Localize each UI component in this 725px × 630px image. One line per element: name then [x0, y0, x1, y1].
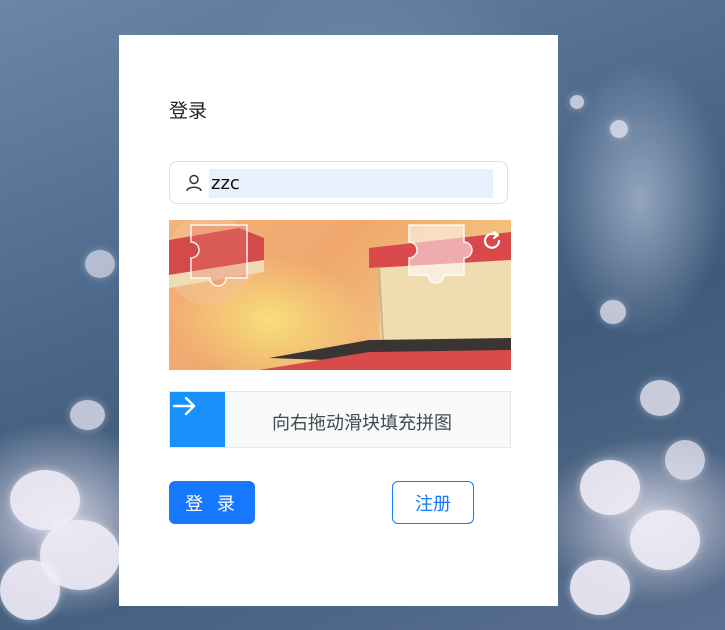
- slider-handle[interactable]: [170, 392, 225, 447]
- captcha-slider: 向右拖动滑块填充拼图: [169, 391, 511, 448]
- username-field-wrapper: [169, 161, 508, 204]
- username-input[interactable]: [209, 169, 493, 198]
- refresh-icon[interactable]: [479, 228, 505, 254]
- login-card: 登录 zzc 向右拖动滑块填充拼图 登 录 注册: [119, 35, 558, 606]
- user-icon: [184, 173, 204, 193]
- puzzle-piece: [190, 224, 248, 287]
- register-button[interactable]: 注册: [392, 481, 474, 524]
- slider-hint-text: 向右拖动滑块填充拼图: [272, 413, 452, 434]
- login-button[interactable]: 登 录: [169, 481, 255, 524]
- page-title: 登录: [169, 100, 208, 122]
- captcha-puzzle-image: [169, 220, 511, 370]
